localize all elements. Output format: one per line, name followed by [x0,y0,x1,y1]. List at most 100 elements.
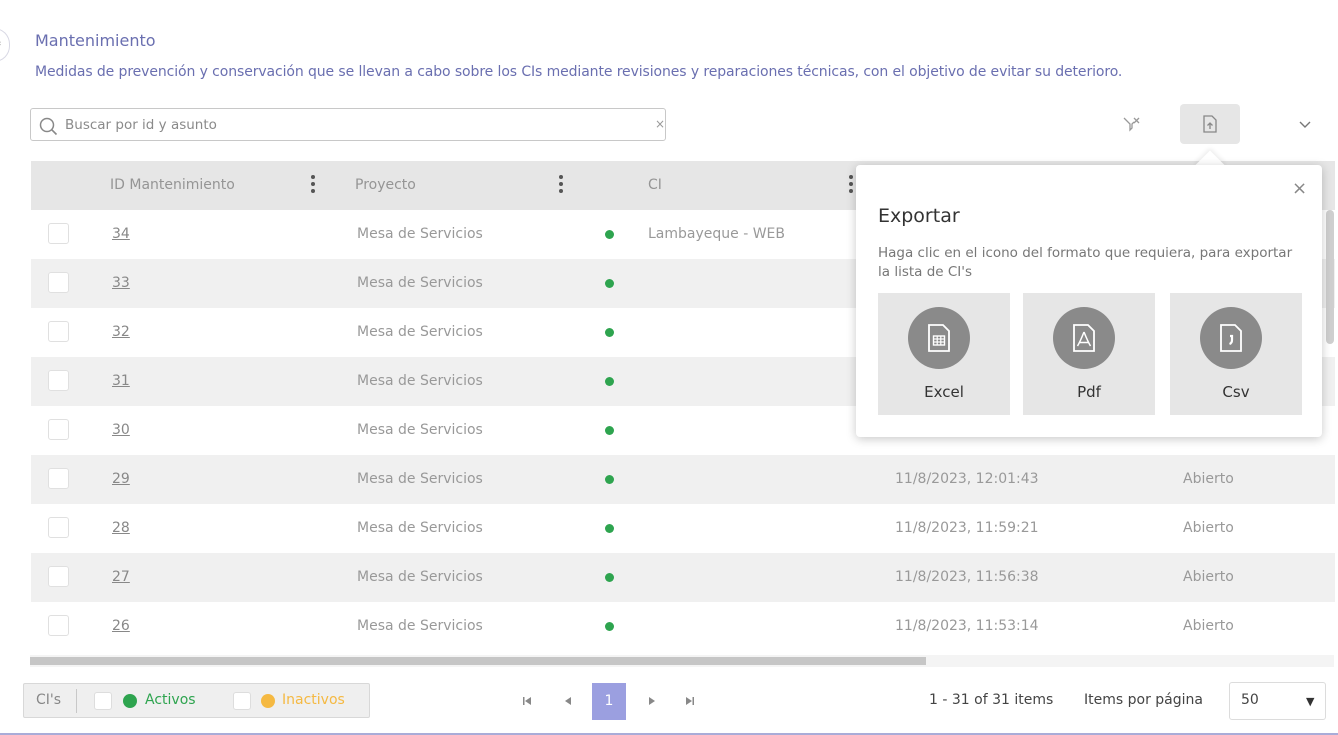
popup-title: Exportar [878,205,960,227]
excel-file-icon [908,307,970,369]
column-header-ci[interactable]: CI [648,177,662,193]
last-page-icon[interactable] [685,696,695,706]
format-label: Pdf [1077,383,1101,401]
per-page-label: Items por página [1084,692,1203,708]
export-button[interactable] [1180,104,1240,144]
active-label: Activos [145,692,196,708]
column-menu-icon[interactable] [311,175,315,195]
project-cell: Mesa de Servicios [357,520,483,536]
status-dot [605,475,614,484]
project-cell: Mesa de Servicios [357,422,483,438]
clear-search-icon[interactable]: × [655,117,665,131]
ci-cell: Lambayeque - WEB [648,226,785,242]
page-description: Medidas de prevención y conservación que… [35,64,1123,80]
project-cell: Mesa de Servicios [357,618,483,634]
status-dot [605,377,614,386]
row-checkbox[interactable] [48,370,69,391]
project-cell: Mesa de Servicios [357,471,483,487]
column-header-id[interactable]: ID Mantenimiento [110,177,235,193]
next-page-icon[interactable] [648,696,656,706]
row-checkbox[interactable] [48,566,69,587]
status-dot [605,524,614,533]
horizontal-scrollbar[interactable] [30,655,1334,667]
status-cell: Abierto [1183,471,1234,487]
column-header-project[interactable]: Proyecto [355,177,416,193]
maintenance-id-link[interactable]: 28 [112,520,130,536]
export-popup: × Exportar Haga clic en el icono del for… [856,165,1322,437]
project-cell: Mesa de Servicios [357,569,483,585]
maintenance-id-link[interactable]: 33 [112,275,130,291]
status-dot [605,426,614,435]
maintenance-id-link[interactable]: 34 [112,226,130,242]
inactive-dot-icon [261,694,275,708]
search-box: × [30,108,666,141]
csv-file-icon [1200,307,1262,369]
project-cell: Mesa de Servicios [357,226,483,242]
close-icon[interactable]: × [1292,178,1307,199]
vertical-scrollbar[interactable] [1326,210,1334,344]
export-icon [1203,115,1217,133]
row-checkbox[interactable] [48,517,69,538]
items-info: 1 - 31 of 31 items [929,692,1054,708]
table-row[interactable]: 26 Mesa de Servicios 11/8/2023, 11:53:14… [31,602,1335,651]
legend-divider [76,689,77,713]
chevron-down-icon [1299,121,1311,128]
column-menu-icon[interactable] [559,175,563,195]
export-pdf-button[interactable]: Pdf [1023,293,1155,415]
ci-status-legend: CI's Activos Inactivos [23,683,370,718]
status-cell: Abierto [1183,520,1234,536]
search-icon [39,117,58,136]
dropdown-arrow-icon: ▼ [1306,695,1315,708]
active-dot-icon [123,694,137,708]
first-page-icon[interactable] [522,696,532,706]
popup-description: Haga clic en el icono del formato que re… [878,245,1293,280]
format-label: Excel [924,383,964,401]
status-dot [605,279,614,288]
status-dot [605,230,614,239]
maintenance-id-link[interactable]: 31 [112,373,130,389]
per-page-select[interactable]: 50 ▼ [1229,682,1326,720]
search-input[interactable] [65,113,625,137]
active-filter-checkbox[interactable] [94,692,112,710]
table-row[interactable]: 27 Mesa de Servicios 11/8/2023, 11:56:38… [31,553,1335,602]
clear-filter-icon [1123,117,1140,132]
maintenance-id-link[interactable]: 27 [112,569,130,585]
page-title: Mantenimiento [35,31,156,50]
pdf-file-icon [1053,307,1115,369]
row-checkbox[interactable] [48,615,69,636]
maintenance-id-link[interactable]: 32 [112,324,130,340]
maintenance-id-link[interactable]: 26 [112,618,130,634]
scrollbar-thumb[interactable] [30,657,926,665]
row-checkbox[interactable] [48,223,69,244]
status-dot [605,573,614,582]
status-cell: Abierto [1183,569,1234,585]
export-csv-button[interactable]: Csv [1170,293,1302,415]
inactive-label: Inactivos [282,692,345,708]
table-row[interactable]: 28 Mesa de Servicios 11/8/2023, 11:59:21… [31,504,1335,553]
status-dot [605,622,614,631]
page-1-button[interactable]: 1 [592,683,626,720]
row-checkbox[interactable] [48,272,69,293]
legend-label: CI's [36,692,62,708]
date-cell: 11/8/2023, 11:56:38 [895,569,1039,585]
inactive-filter-checkbox[interactable] [233,692,251,710]
export-excel-button[interactable]: Excel [878,293,1010,415]
column-menu-icon[interactable] [849,175,853,195]
row-checkbox[interactable] [48,419,69,440]
status-cell: Abierto [1183,618,1234,634]
per-page-value: 50 [1241,692,1259,708]
row-checkbox[interactable] [48,468,69,489]
prev-page-icon[interactable] [564,696,572,706]
row-checkbox[interactable] [48,321,69,342]
more-options-button[interactable] [1280,104,1330,144]
date-cell: 11/8/2023, 12:01:43 [895,471,1039,487]
maintenance-id-link[interactable]: 30 [112,422,130,438]
project-cell: Mesa de Servicios [357,373,483,389]
maintenance-id-link[interactable]: 29 [112,471,130,487]
clear-filter-button[interactable] [1102,104,1160,144]
date-cell: 11/8/2023, 11:59:21 [895,520,1039,536]
project-cell: Mesa de Servicios [357,324,483,340]
table-row[interactable]: 29 Mesa de Servicios 11/8/2023, 12:01:43… [31,455,1335,504]
collapse-panel-tab[interactable]: ‹ [0,28,10,62]
date-cell: 11/8/2023, 11:53:14 [895,618,1039,634]
